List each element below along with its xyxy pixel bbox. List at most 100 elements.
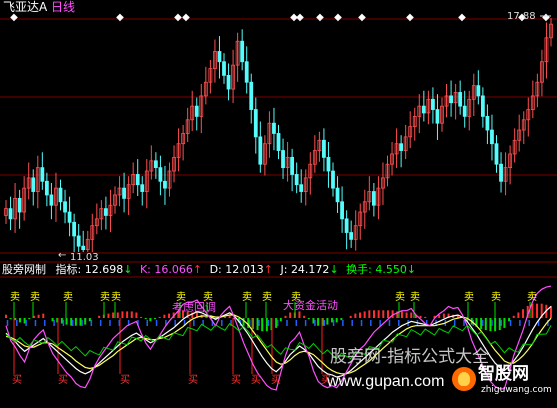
candle-body <box>194 105 199 117</box>
candle-body <box>272 122 276 134</box>
sell-signal: 卖 <box>262 292 272 303</box>
buy-signal: 买 <box>271 375 281 386</box>
stock-title: 飞亚达A 日线 <box>3 1 75 13</box>
buy-signal: 买 <box>120 375 130 386</box>
sell-signal: 卖 <box>203 292 213 303</box>
star-marker-icon: ◆ <box>116 12 124 23</box>
sell-signal: 卖 <box>527 292 537 303</box>
candle-body <box>462 105 467 117</box>
indicator-info-bar: 股旁网制 指标: 12.698↓ K: 16.066↑ D: 12.013↑ J… <box>2 264 416 276</box>
k-arrow-icon: ↑ <box>192 263 203 276</box>
max-price-label: 17.88 <box>507 11 536 22</box>
candle-body <box>499 163 503 182</box>
watermark-logo-text: 智股网 <box>478 364 529 384</box>
star-marker-icon: ◆ <box>174 12 182 23</box>
candle-body <box>490 129 494 145</box>
zhibiao-value: 12.698 <box>84 263 124 276</box>
candlestick-series: ◆ ◆ ◆ ◆ ◆◆ ◆ ◆ ◆ ◆ ◆ ◆ ◆ <box>4 12 553 252</box>
j-label: J: <box>280 263 288 276</box>
candle-body <box>258 136 263 165</box>
star-marker-icon: ◆ <box>316 12 324 23</box>
candle-body <box>299 184 304 192</box>
candle-body <box>335 187 340 203</box>
sell-signal: 卖 <box>291 292 301 303</box>
sell-signal: 卖 <box>491 292 501 303</box>
buy-signal: 买 <box>251 375 261 386</box>
k-label: K: <box>139 263 151 276</box>
candle-body <box>76 235 81 247</box>
candle-body <box>322 139 326 158</box>
candle-body <box>72 221 77 237</box>
candle-body <box>249 81 254 110</box>
candle-body <box>140 184 145 192</box>
candle-body <box>31 177 36 192</box>
turnover-arrow-icon: ↓ <box>406 263 417 276</box>
turnover-value: 4.550 <box>375 263 407 276</box>
buy-signal: 买 <box>12 375 22 386</box>
candle-body <box>326 156 331 172</box>
candle-body <box>494 143 499 165</box>
d-label: D: <box>209 263 222 276</box>
star-marker-icon: ◆ <box>334 12 342 23</box>
sell-signal: 卖 <box>10 292 20 303</box>
candle-body <box>340 201 344 220</box>
candle-body <box>290 156 295 175</box>
d-arrow-icon: ↑ <box>263 263 273 276</box>
candle-body <box>222 61 226 76</box>
indicator-name: 股旁网制 <box>2 263 46 276</box>
star-marker-icon: ◆ <box>458 12 466 23</box>
candle-body <box>158 167 163 182</box>
candle-body <box>281 150 285 169</box>
watermark-logo-url: zhiguwang.com <box>481 385 552 395</box>
candle-body <box>244 61 249 83</box>
candle-body <box>253 109 258 138</box>
candle-body <box>480 95 485 117</box>
candle-body <box>458 92 463 107</box>
candle-body <box>63 201 67 213</box>
candle-body <box>331 170 335 189</box>
sell-signal: 卖 <box>242 292 252 303</box>
turnover-label: 换手: <box>346 263 372 276</box>
sell-signal: 卖 <box>464 292 474 303</box>
star-marker-icon: ◆ <box>358 12 366 23</box>
candle-body <box>81 245 86 251</box>
sell-signal: 卖 <box>395 292 405 303</box>
stock-name: 飞亚达A <box>3 0 48 14</box>
candle-body <box>67 211 72 223</box>
watermark-title: 股旁网-指标公式大全 <box>330 347 490 367</box>
star-marker-icon: ◆ <box>542 12 550 23</box>
period-label: 日线 <box>51 0 76 14</box>
candle-body <box>104 208 108 216</box>
candle-body <box>276 133 281 151</box>
sell-signal: 卖 <box>100 292 110 303</box>
candle-body <box>8 208 13 220</box>
zhibiao-arrow-icon: ↓ <box>123 263 133 276</box>
candle-body <box>344 218 349 233</box>
candle-body <box>449 95 453 104</box>
star-marker-icon: ◆ <box>182 12 190 23</box>
star-marker-icon: ◆ <box>296 12 304 23</box>
buy-signal: 买 <box>231 375 241 386</box>
d-value: 12.013 <box>225 263 264 276</box>
zhibiao-label: 指标: <box>55 263 82 276</box>
watermark-url: www.gupan.com <box>327 373 445 390</box>
candle-body <box>17 197 22 213</box>
candle-body <box>226 74 231 90</box>
candle-body <box>153 160 158 169</box>
sell-signal: 卖 <box>63 292 73 303</box>
candle-body <box>217 51 222 63</box>
watermark-logo-icon <box>452 367 476 391</box>
candle-body <box>431 98 435 110</box>
j-value: 24.172 <box>290 263 330 276</box>
candle-body <box>135 174 140 186</box>
j-arrow-icon: ↓ <box>329 263 339 276</box>
candle-body <box>163 180 167 189</box>
buy-signal: 买 <box>188 375 198 386</box>
candle-body <box>240 40 245 63</box>
buy-signal: 买 <box>58 375 68 386</box>
sell-signal: 卖 <box>30 292 40 303</box>
candle-body <box>122 187 126 199</box>
k-value: 16.066 <box>154 263 193 276</box>
sell-signal: 卖 <box>410 292 420 303</box>
candle-body <box>349 232 354 240</box>
